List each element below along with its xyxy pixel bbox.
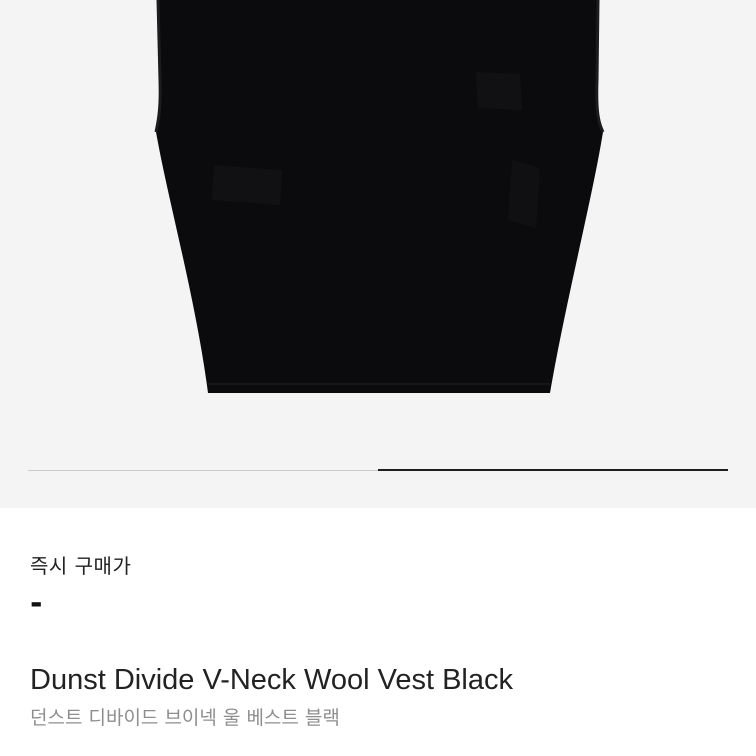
price-value: - — [30, 586, 43, 621]
carousel-progress-track[interactable] — [28, 469, 728, 471]
product-image[interactable] — [0, 0, 756, 420]
product-image-carousel[interactable] — [0, 0, 756, 508]
vest-armhole-trim-left — [154, 0, 162, 133]
carousel-progress-fill — [378, 469, 728, 471]
price-label: 즉시 구매가 — [30, 554, 132, 578]
vest-pocket-right — [476, 72, 522, 110]
product-info: 즉시 구매가 - Dunst Divide V-Neck Wool Vest B… — [0, 508, 756, 756]
product-name-korean: 던스트 디바이드 브이넥 울 베스트 블랙 — [30, 707, 340, 729]
product-name: Dunst Divide V-Neck Wool Vest Black — [30, 664, 513, 696]
vest-pocket-left — [212, 165, 282, 205]
product-detail-page: 즉시 구매가 - Dunst Divide V-Neck Wool Vest B… — [0, 0, 756, 756]
vest-armhole-trim-right — [595, 0, 605, 133]
vest-side-seam — [508, 160, 540, 228]
